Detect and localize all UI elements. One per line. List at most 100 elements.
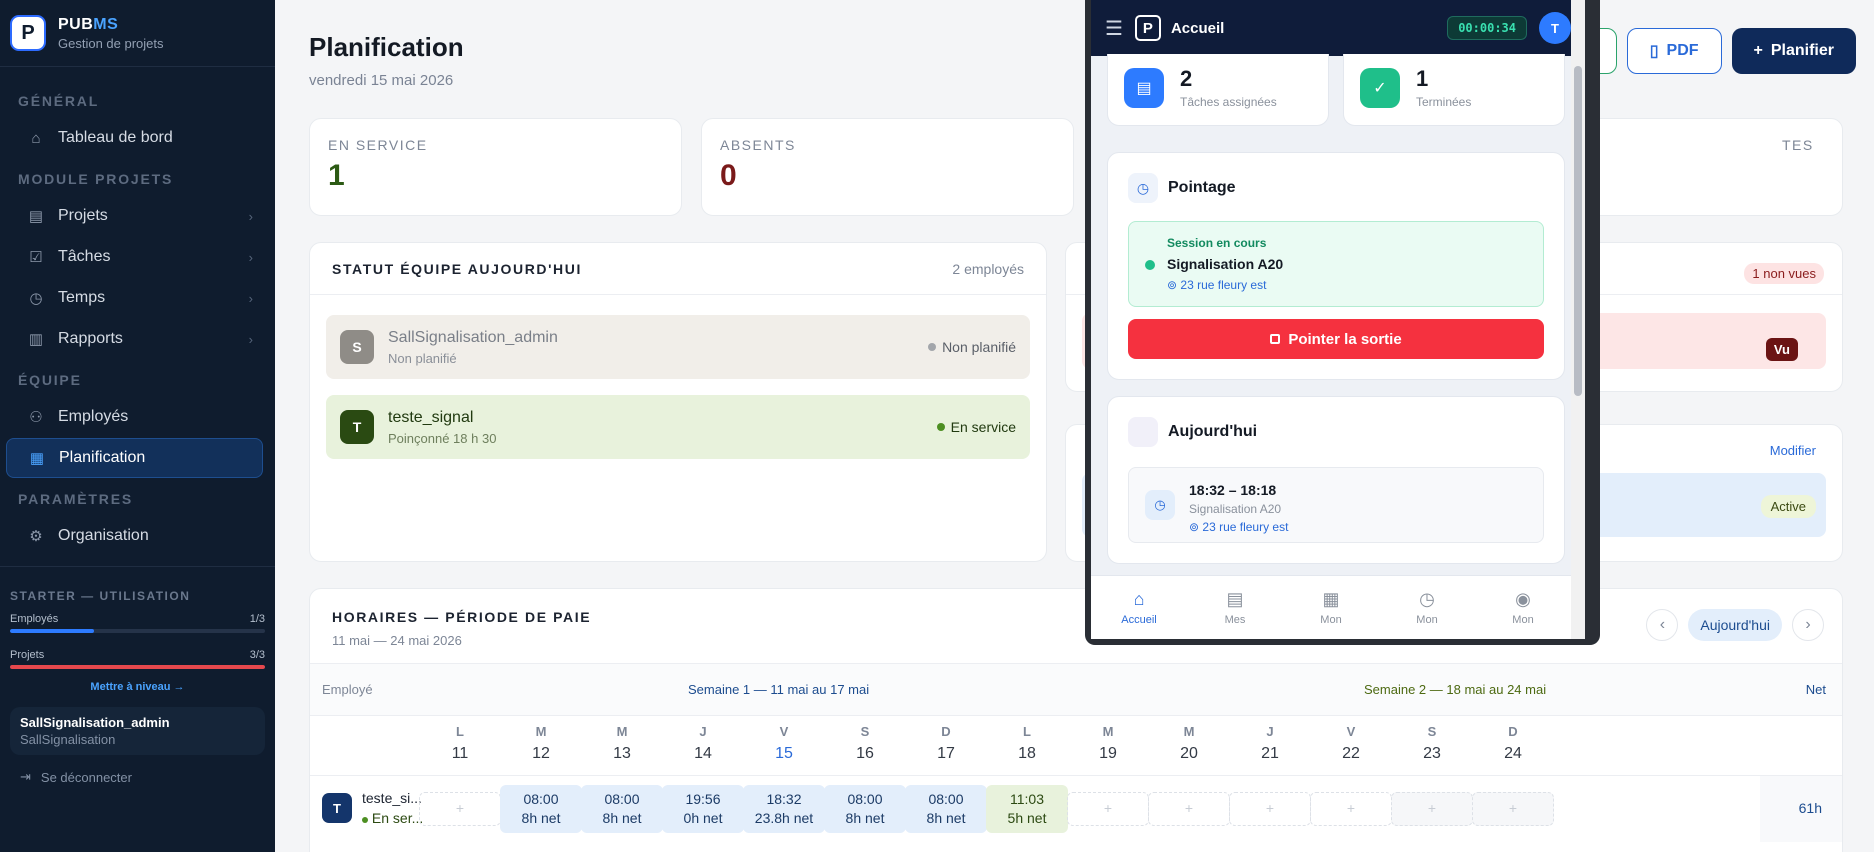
checkbox-icon: ☑ (29, 249, 43, 266)
prev-icon[interactable]: ‹ (1646, 609, 1679, 641)
sidebar: P PUBMS Gestion de projets GÉNÉRAL ⌂ Tab… (0, 0, 275, 852)
add-shift-button[interactable]: + (1472, 792, 1554, 826)
usage-title: STARTER — UTILISATION (10, 589, 191, 603)
sidebar-item-projects[interactable]: ▤ Projets › (6, 196, 263, 236)
user-org: SallSignalisation (20, 732, 116, 747)
usage-projects-value: 3/3 (249, 649, 265, 661)
sidebar-item-time[interactable]: ◷ Temps › (6, 278, 263, 318)
avatar: T (322, 793, 352, 823)
mobile-scrollbar[interactable] (1571, 0, 1585, 639)
add-shift-button[interactable]: + (1067, 792, 1149, 826)
scrollbar-thumb[interactable] (1574, 66, 1582, 396)
day-header: V 22 (1342, 724, 1360, 762)
section-team: ÉQUIPE (18, 372, 82, 388)
logout-icon: ⇥ (20, 769, 31, 784)
pdf-button[interactable]: ▯ PDF (1626, 28, 1722, 74)
day-header: J 21 (1261, 724, 1279, 762)
usage-projects-label: Projets (10, 649, 45, 661)
sidebar-item-employees[interactable]: ⚇ Employés (6, 397, 263, 437)
sidebar-item-tasks[interactable]: ☑ Tâches › (6, 237, 263, 277)
section-projects: MODULE PROJETS (18, 171, 174, 187)
day-header: V 15 (775, 724, 793, 762)
nav-home[interactable]: ⌂ Accueil (1091, 576, 1187, 639)
schedule-range: 11 mai — 24 mai 2026 (332, 633, 462, 648)
check-circle-icon: ✓ (1360, 68, 1400, 108)
today-card: Aujourd'hui ◷ 18:32 – 18:18 Signalisatio… (1107, 396, 1565, 564)
clock-icon: ◷ (1128, 173, 1158, 203)
mobile-avatar[interactable]: T (1539, 12, 1571, 44)
seen-button[interactable]: Vu (1765, 338, 1798, 361)
folder-icon: ▤ (28, 208, 44, 225)
shift-cell[interactable]: 08:00 8h net (905, 785, 987, 833)
chevron-right-icon: › (248, 331, 253, 347)
toolbar: ▯ PDF + Planifier (1588, 28, 1856, 74)
day-header: L 18 (1018, 724, 1036, 762)
today-button[interactable]: Aujourd'hui (1688, 609, 1782, 641)
day-header: M 13 (613, 724, 631, 762)
avatar: T (340, 410, 374, 444)
mobile-logo: P (1134, 15, 1161, 41)
clock-out-button[interactable]: Pointer la sortie (1128, 319, 1544, 359)
today-shift[interactable]: ◷ 18:32 – 18:18 Signalisation A20 ⊚ 23 r… (1128, 467, 1544, 543)
usage-projects-bar (10, 665, 265, 669)
nav-time[interactable]: ◷ Mon (1379, 576, 1475, 639)
plan-button[interactable]: + Planifier (1731, 28, 1856, 74)
add-shift-button[interactable]: + (1229, 792, 1311, 826)
pointage-title: Pointage (1168, 179, 1236, 196)
brand[interactable]: P PUBMS Gestion de projets (0, 0, 275, 66)
sidebar-item-dashboard[interactable]: ⌂ Tableau de bord (6, 118, 263, 158)
clock-icon: ◷ (29, 290, 43, 307)
clipboard-icon: ▤ (1124, 68, 1164, 108)
done-tasks-card[interactable]: ✓ 1 Terminées (1343, 54, 1565, 126)
nav-profile[interactable]: ◉ Mon (1475, 576, 1571, 639)
add-shift-button[interactable]: + (419, 792, 501, 826)
home-icon: ⌂ (31, 129, 41, 147)
clock-icon: ◷ (1145, 490, 1175, 520)
nav-tasks[interactable]: ▤ Mes (1187, 576, 1283, 639)
shift-cell[interactable]: 08:00 8h net (500, 785, 582, 833)
team-count: 2 employés (952, 260, 1024, 277)
chevron-right-icon: › (248, 249, 253, 265)
chevron-right-icon: › (248, 290, 253, 306)
mobile-bottom-nav: ⌂ Accueil ▤ Mes ▦ Mon ◷ Mon ◉ Mon (1091, 575, 1571, 639)
team-status-card: STATUT ÉQUIPE AUJOURD'HUI 2 employés S S… (309, 242, 1047, 562)
menu-icon[interactable]: ☰ (1105, 16, 1123, 41)
team-row[interactable]: S SallSignalisation_admin Non planifié N… (326, 315, 1030, 379)
nav-calendar[interactable]: ▦ Mon (1283, 576, 1379, 639)
user-card[interactable]: SallSignalisation_admin SallSignalisatio… (10, 707, 265, 755)
logout-button[interactable]: ⇥ Se déconnecter (0, 755, 275, 799)
shift-cell[interactable]: 11:03 5h net (986, 785, 1068, 833)
users-icon: ⚇ (29, 409, 43, 426)
sidebar-item-planning[interactable]: ▦ Planification (6, 438, 263, 478)
net-total: 61h (1798, 800, 1822, 816)
calendar-icon: ▦ (1322, 589, 1340, 609)
team-row[interactable]: T teste_signal Poinçonné 18 h 30 En serv… (326, 395, 1030, 459)
shift-cell[interactable]: 08:00 8h net (824, 785, 906, 833)
add-shift-button[interactable]: + (1310, 792, 1392, 826)
stat-in-service: EN SERVICE 1 (309, 118, 682, 216)
clock-icon: ◷ (1419, 589, 1435, 609)
shift-cell[interactable]: 08:00 8h net (581, 785, 663, 833)
add-shift-button[interactable]: + (1391, 792, 1473, 826)
sidebar-item-organisation[interactable]: ⚙ Organisation (6, 516, 263, 556)
session-box: Session en cours Signalisation A20 ⊚ 23 … (1128, 221, 1544, 307)
next-icon[interactable]: › (1792, 609, 1824, 641)
upgrade-link[interactable]: Mettre à niveau → (10, 681, 265, 693)
day-header: D 17 (937, 724, 955, 762)
stat-absents: ABSENTS 0 (701, 118, 1074, 216)
add-shift-button[interactable]: + (1148, 792, 1230, 826)
modify-link[interactable]: Modifier (1770, 443, 1816, 458)
gear-icon: ⚙ (29, 528, 43, 545)
week-header-row: Employé Semaine 1 — 11 mai au 17 mai Sem… (310, 663, 1842, 715)
today-title: Aujourd'hui (1168, 423, 1258, 440)
file-icon: ▯ (1649, 43, 1659, 60)
brand-subtitle: Gestion de projets (58, 35, 164, 51)
day-header: M 12 (532, 724, 550, 762)
team-status-title: STATUT ÉQUIPE AUJOURD'HUI (332, 260, 582, 277)
assigned-tasks-card[interactable]: ▤ 2 Tâches assignées (1107, 54, 1329, 126)
shift-cell[interactable]: 19:56 0h net (662, 785, 744, 833)
shift-cell[interactable]: 18:32 23.8h net (743, 785, 825, 833)
sidebar-item-reports[interactable]: ▥ Rapports › (6, 319, 263, 359)
mobile-header: ☰ P Accueil 00:00:34 T (1091, 0, 1585, 56)
timer: 00:00:34 (1447, 16, 1527, 40)
